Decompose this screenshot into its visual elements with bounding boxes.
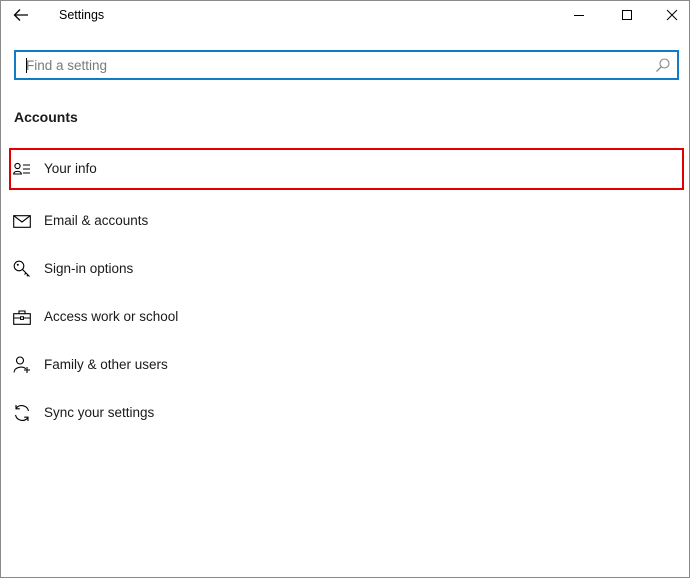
nav-item-label: Access work or school: [44, 309, 179, 324]
nav-item-label: Your info: [44, 161, 97, 176]
search-box[interactable]: [14, 50, 679, 80]
text-caret: [26, 58, 27, 73]
sync-icon: [14, 405, 30, 421]
mail-icon: [13, 214, 31, 228]
back-arrow-icon: [13, 9, 28, 21]
nav-item-your-info[interactable]: Your info: [9, 148, 684, 190]
briefcase-icon: [13, 309, 31, 325]
nav-item-email-accounts[interactable]: Email & accounts: [9, 200, 684, 242]
close-button[interactable]: [649, 1, 690, 29]
nav-item-sync-settings[interactable]: Sync your settings: [9, 392, 684, 434]
section-heading: Accounts: [14, 109, 78, 125]
back-button[interactable]: [8, 3, 34, 27]
nav-item-access-work-school[interactable]: Access work or school: [9, 296, 684, 338]
nav-item-label: Email & accounts: [44, 213, 149, 228]
title-bar: Settings: [1, 1, 689, 31]
window-title: Settings: [59, 8, 105, 22]
person-info-icon: [13, 162, 30, 175]
nav-item-family-other-users[interactable]: Family & other users: [9, 344, 684, 386]
maximize-button[interactable]: [604, 1, 650, 29]
search-icon[interactable]: [655, 57, 671, 73]
minimize-icon: [574, 15, 584, 16]
person-add-icon: [13, 356, 30, 373]
nav-item-sign-in-options[interactable]: Sign-in options: [9, 248, 684, 290]
nav-item-label: Sign-in options: [44, 261, 134, 276]
nav-item-label: Sync your settings: [44, 405, 155, 420]
close-icon: [666, 9, 678, 21]
key-icon: [13, 260, 30, 277]
maximize-icon: [622, 10, 632, 20]
settings-window: Settings Accounts: [0, 0, 690, 578]
search-input[interactable]: [16, 52, 677, 78]
minimize-button[interactable]: [556, 1, 602, 29]
nav-item-label: Family & other users: [44, 357, 168, 372]
